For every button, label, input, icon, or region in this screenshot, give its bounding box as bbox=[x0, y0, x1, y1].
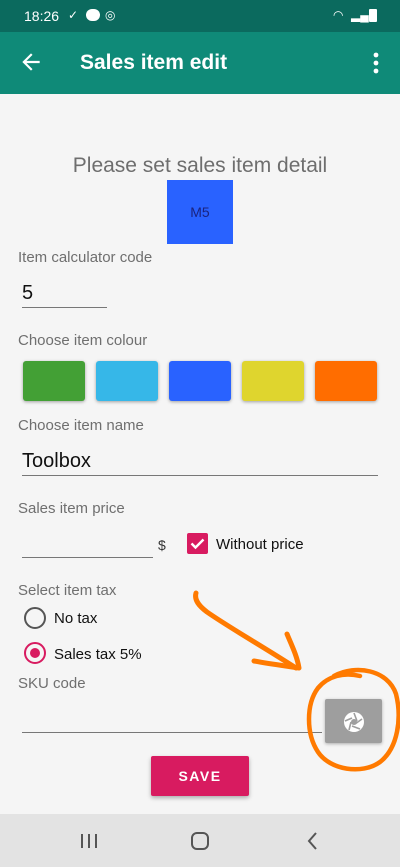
form-heading: Please set sales item detail bbox=[72, 154, 328, 177]
wifi-icon: ◠ bbox=[333, 8, 344, 22]
annotation-arrowhead-icon bbox=[251, 631, 302, 671]
recent-apps-icon[interactable] bbox=[76, 828, 102, 854]
colour-swatch-yellow[interactable] bbox=[242, 361, 304, 401]
price-input[interactable] bbox=[22, 532, 152, 556]
signal-icon: ▂▄ bbox=[351, 8, 369, 22]
colour-swatch-orange[interactable] bbox=[315, 361, 377, 401]
sku-underline bbox=[22, 732, 322, 733]
arrow-back-icon[interactable] bbox=[18, 49, 44, 75]
status-bar: 18:26 ✓ ◎ ◠ ▂▄ bbox=[0, 0, 400, 32]
page-title: Sales item edit bbox=[80, 51, 228, 74]
app-bar: Sales item edit bbox=[0, 32, 400, 94]
back-icon[interactable] bbox=[300, 828, 326, 854]
camera-shutter-icon bbox=[344, 712, 364, 732]
item-preview-label: M5 bbox=[190, 204, 210, 220]
item-name-label: Choose item name bbox=[18, 417, 144, 434]
colour-label: Choose item colour bbox=[18, 332, 148, 349]
without-price-label: Without price bbox=[216, 536, 304, 553]
radio-no-tax-label: No tax bbox=[54, 610, 98, 627]
colour-swatch-blue[interactable] bbox=[169, 361, 231, 401]
without-price-checkbox[interactable] bbox=[187, 533, 208, 554]
sync-icon: ◎ bbox=[105, 8, 116, 22]
more-vert-icon[interactable] bbox=[366, 50, 386, 76]
radio-sales-tax-label: Sales tax 5% bbox=[54, 646, 142, 663]
sku-input[interactable] bbox=[22, 706, 312, 730]
colour-swatch-green[interactable] bbox=[23, 361, 85, 401]
item-preview-tile: M5 bbox=[167, 180, 233, 244]
download-icon: ✓ bbox=[68, 8, 79, 22]
item-name-input[interactable]: Toolbox bbox=[22, 450, 91, 473]
price-underline bbox=[22, 557, 153, 558]
scan-sku-button[interactable] bbox=[325, 699, 382, 743]
radio-no-tax[interactable] bbox=[24, 607, 46, 629]
item-name-underline bbox=[22, 475, 378, 476]
radio-sales-tax[interactable] bbox=[24, 642, 46, 664]
status-time: 18:26 bbox=[24, 8, 60, 24]
calculator-code-label: Item calculator code bbox=[18, 249, 153, 266]
app-badge-icon bbox=[86, 9, 100, 21]
system-nav-bar bbox=[0, 814, 400, 867]
annotation-arrow-icon bbox=[193, 590, 299, 671]
tax-label: Select item tax bbox=[18, 582, 117, 599]
checkmark-icon bbox=[190, 538, 205, 550]
colour-swatch-light-blue[interactable] bbox=[96, 361, 158, 401]
save-button[interactable]: SAVE bbox=[151, 756, 249, 796]
calculator-code-underline bbox=[22, 307, 107, 308]
sku-label: SKU code bbox=[18, 675, 86, 692]
price-label: Sales item price bbox=[18, 500, 125, 517]
calculator-code-input[interactable]: 5 bbox=[22, 282, 33, 305]
battery-icon bbox=[369, 9, 377, 22]
currency-symbol: $ bbox=[158, 537, 166, 553]
home-icon[interactable] bbox=[187, 828, 213, 854]
